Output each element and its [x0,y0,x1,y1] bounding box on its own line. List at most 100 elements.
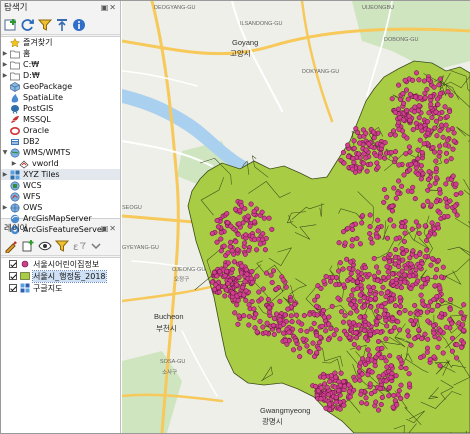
daycare-point [431,226,437,232]
map-canvas[interactable]: DEOGYANG-GU Goyang 고양시 ILSANDONG-GU DOKYANG-… [122,1,470,433]
daycare-point [398,357,404,363]
browser-item-db2[interactable]: DB2 [1,136,120,147]
layer-name: 서울시_행정동_2018 [32,269,107,283]
browser-item-mssql[interactable]: MSSQL [1,114,120,125]
point-symbol-icon [20,260,30,268]
daycare-point [407,167,413,173]
daycare-point [232,206,239,212]
daycare-point [415,278,421,284]
daycare-point [260,231,266,237]
daycare-point [433,158,439,164]
daycare-point [413,318,419,324]
add-layer-icon[interactable] [4,18,18,32]
daycare-point [434,267,440,273]
chevron-down-icon[interactable]: ▼ [1,147,9,158]
daycare-point [337,406,343,412]
daycare-point [360,160,367,166]
collapse-icon[interactable] [55,18,69,32]
layer-visibility-checkbox[interactable] [9,272,17,280]
daycare-point [418,124,424,130]
browser-item-xyz-tiles[interactable]: ▶ XYZ Tiles [1,169,120,180]
daycare-point [255,228,261,234]
filter-expression-icon[interactable]: ε [72,239,86,253]
chevron-right-icon[interactable]: ▶ [1,70,9,81]
daycare-point [375,164,381,170]
daycare-point [388,374,394,380]
style-icon[interactable] [4,239,18,253]
chevron-right-icon[interactable]: ▶ [10,158,18,169]
browser-item-vworld[interactable]: ▶ vworld [1,158,120,169]
daycare-point [386,393,392,399]
panel-controls[interactable]: ▣✕ [101,1,117,15]
layer-row[interactable]: 서울시_행정동_2018 [1,269,120,283]
daycare-point [405,328,411,334]
daycare-point [433,109,439,115]
chevron-right-icon[interactable]: ▶ [1,48,9,59]
basemap-label: DOBONG-GU [384,37,419,43]
map-svg[interactable]: DEOGYANG-GU Goyang 고양시 ILSANDONG-GU DOKYANG-… [122,1,470,433]
daycare-point [408,261,414,267]
browser-item-oracle[interactable]: Oracle [1,125,120,136]
daycare-point [344,256,350,262]
filter-icon[interactable] [38,18,52,32]
browser-item-wfs[interactable]: WFS [1,191,120,202]
spatialite-icon [9,93,20,103]
layers-tree[interactable]: 서울시어린이집정보 서울시_행정동_2018 구글지도 [1,257,120,433]
daycare-point [349,237,355,243]
daycare-point [236,275,242,281]
layers-panel-controls[interactable]: ▣✕ [101,222,117,236]
browser-item-[interactable]: 즐겨찾기 [1,37,120,48]
daycare-point [257,241,263,247]
chevron-right-icon[interactable]: ▶ [1,169,9,180]
daycare-point [328,373,334,379]
info-icon[interactable] [72,18,86,32]
daycare-point [398,364,404,371]
browser-item-postgis[interactable]: PostGIS [1,103,120,114]
daycare-point [251,208,257,214]
browser-item-ows[interactable]: ▶ OWS [1,202,120,213]
layer-visibility-checkbox[interactable] [9,260,17,268]
filter-legend-icon[interactable] [55,239,69,253]
browser-item-spatialite[interactable]: SpatiaLite [1,92,120,103]
browser-tree[interactable]: 즐겨찾기 ▶ 홈 ▶ C:₩ ▶ D:₩ GeoPackage SpatiaLite PostGI… [1,36,120,234]
collapse-all-icon[interactable] [89,239,103,253]
chevron-right-icon[interactable]: ▶ [1,59,9,70]
daycare-point [238,203,245,209]
browser-item-geopackage[interactable]: GeoPackage [1,81,120,92]
daycare-point [329,303,335,309]
daycare-point [401,172,407,178]
visibility-icon[interactable] [38,239,52,253]
layer-visibility-checkbox[interactable] [9,284,17,292]
daycare-point [243,297,249,303]
daycare-point [246,247,252,253]
daycare-point [425,176,431,183]
layer-row[interactable]: 서울시어린이집정보 [1,258,120,270]
daycare-point [326,314,332,320]
daycare-point [410,77,416,83]
browser-item-label: SpatiaLite [23,93,64,102]
daycare-point [367,224,373,230]
refresh-icon[interactable] [21,18,35,32]
daycare-point [424,237,430,244]
daycare-point [409,226,415,232]
daycare-point [387,132,393,138]
daycare-point [359,400,365,406]
chevron-right-icon[interactable]: ▶ [1,202,9,213]
daycare-point [333,394,339,400]
browser-item-[interactable]: ▶ 홈 [1,48,120,59]
browser-item-wcs[interactable]: WCS [1,180,120,191]
browser-item-c[interactable]: ▶ C:₩ [1,59,120,70]
daycare-point [214,217,220,224]
daycare-point [246,322,252,328]
browser-item-d[interactable]: ▶ D:₩ [1,70,120,81]
layer-row[interactable]: 구글지도 [1,282,120,294]
daycare-point [389,208,396,214]
daycare-point [417,137,423,143]
daycare-point [399,246,405,252]
browser-item-wms-wmts[interactable]: ▼ WMS/WMTS [1,147,120,158]
daycare-point [420,301,426,307]
add-group-icon[interactable] [21,239,35,253]
layer-name: 서울시어린이집정보 [33,259,100,269]
daycare-point [353,330,359,336]
postgis-icon [9,104,20,114]
